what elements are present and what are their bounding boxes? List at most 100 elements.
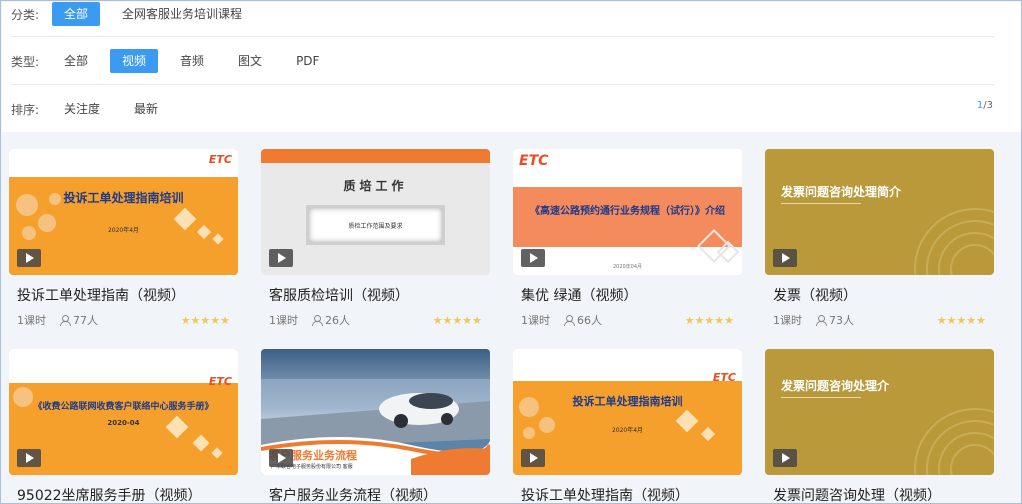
type-option-article[interactable]: 图文 <box>226 49 274 73</box>
thumb-subtitle: 2020年4月 <box>611 427 644 434</box>
type-option-video[interactable]: 视频 <box>110 49 159 73</box>
play-icon[interactable] <box>521 249 545 267</box>
course-thumbnail[interactable]: 发票问题咨询处理介 <box>765 349 994 475</box>
course-card[interactable]: ETC 投诉工单处理指南培训 2020年4月 投诉工单处理指南（视频） <box>513 349 742 503</box>
course-card[interactable]: 发票问题咨询处理简介 发票（视频） 1课时 73人 ★★★★★ <box>765 149 994 329</box>
course-card[interactable]: ETC 投诉工单处理指南培训 2020年4月 投诉工单处理指南（视频） 1课时 … <box>9 149 238 329</box>
user-icon <box>564 315 575 326</box>
course-title[interactable]: 集优 绿通（视频） <box>521 285 637 305</box>
course-grid: ETC 投诉工单处理指南培训 2020年4月 投诉工单处理指南（视频） 1课时 … <box>2 133 1021 503</box>
thumb-subtitle: 2020年4月 <box>107 227 140 234</box>
learner-count-value: 26人 <box>325 314 350 327</box>
course-list-window: 分类: 全部 全网客服业务培训课程 类型: 全部 视频 音频 图文 PDF 排序… <box>0 0 1022 504</box>
thumb-decoration <box>697 229 740 264</box>
sort-row: 排序: 关注度 最新 <box>2 92 180 126</box>
rating-stars: ★★★★★ <box>684 313 734 327</box>
filter-panel: 分类: 全部 全网客服业务培训课程 类型: 全部 视频 音频 图文 PDF 排序… <box>2 2 1021 132</box>
type-filter-row: 类型: 全部 视频 音频 图文 PDF <box>2 44 341 78</box>
user-icon <box>60 315 71 326</box>
course-thumbnail[interactable]: ETC 《收费公路联网收费客户联络中心服务手册》 2020-04 <box>9 349 238 475</box>
course-card[interactable]: 客户服务业务流程 广东联合电子服务股份有限公司 客服 客户服务业务流程（视频） <box>261 349 490 503</box>
course-thumbnail[interactable]: 客户服务业务流程 广东联合电子服务股份有限公司 客服 <box>261 349 490 475</box>
category-option-all[interactable]: 全部 <box>52 2 101 26</box>
thumb-title: 投诉工单处理指南培训 <box>572 395 683 408</box>
play-icon[interactable] <box>269 449 293 467</box>
lesson-count: 1课时 <box>521 314 550 327</box>
type-label: 类型: <box>11 54 40 69</box>
lesson-count: 1课时 <box>773 314 802 327</box>
type-option-all[interactable]: 全部 <box>52 49 100 73</box>
course-title[interactable]: 客户服务业务流程（视频） <box>269 485 437 503</box>
course-thumbnail[interactable]: ETC 投诉工单处理指南培训 2020年4月 <box>9 149 238 275</box>
category-option-training[interactable]: 全网客服业务培训课程 <box>110 2 254 26</box>
divider <box>11 84 994 85</box>
type-option-pdf[interactable]: PDF <box>284 49 331 73</box>
course-meta: 1课时 73人 ★★★★★ <box>773 312 986 328</box>
play-icon[interactable] <box>521 449 545 467</box>
thumb-top-band <box>261 149 490 163</box>
course-card[interactable]: 质培工作 质检工作范围及要求 客服质检培训（视频） 1课时 26人 ★★★★★ <box>261 149 490 329</box>
thumb-decoration <box>914 208 994 275</box>
thumb-title: 发票问题咨询处理介 <box>781 379 890 393</box>
play-icon[interactable] <box>773 449 797 467</box>
etc-logo: ETC <box>519 153 549 169</box>
sort-label: 排序: <box>11 102 40 117</box>
course-title[interactable]: 投诉工单处理指南（视频） <box>17 285 185 305</box>
thumb-decoration <box>13 387 223 459</box>
play-icon[interactable] <box>17 449 41 467</box>
thumb-top-band <box>9 149 238 177</box>
thumb-subtitle: 2020-04 <box>107 419 140 427</box>
rating-stars: ★★★★★ <box>936 313 986 327</box>
thumb-decoration <box>914 408 994 475</box>
learner-count: 66人 <box>564 312 602 328</box>
thumb-top-band <box>9 349 238 383</box>
thumb-title: 《收费公路联网收费客户联络中心服务手册》 <box>33 402 214 412</box>
course-title[interactable]: 客服质检培训（视频） <box>269 285 409 305</box>
thumb-top-band <box>513 349 742 381</box>
course-card[interactable]: ETC 《收费公路联网收费客户联络中心服务手册》 2020-04 95022坐席… <box>9 349 238 503</box>
course-card[interactable]: ETC 《高速公路预约通行业务规程（试行）》介绍 2020年04月 集优 绿通（… <box>513 149 742 329</box>
course-title[interactable]: 95022坐席服务手册（视频） <box>17 485 202 503</box>
category-label: 分类: <box>11 7 40 22</box>
rating-stars: ★★★★★ <box>180 313 230 327</box>
learner-count-value: 66人 <box>577 314 602 327</box>
divider <box>11 36 994 37</box>
course-thumbnail[interactable]: ETC 《高速公路预约通行业务规程（试行）》介绍 2020年04月 <box>513 149 742 275</box>
user-icon <box>312 315 323 326</box>
learner-count: 26人 <box>312 312 350 328</box>
course-title[interactable]: 发票问题咨询处理（视频） <box>773 485 941 503</box>
learner-count: 77人 <box>60 312 98 328</box>
thumb-underline <box>781 203 861 204</box>
pager-total: /3 <box>983 100 993 111</box>
pager[interactable]: 1/3 <box>977 100 993 111</box>
learner-count: 73人 <box>816 312 854 328</box>
category-filter-row: 分类: 全部 全网客服业务培训课程 <box>2 1 264 31</box>
course-thumbnail[interactable]: ETC 投诉工单处理指南培训 2020年4月 <box>513 349 742 475</box>
course-title[interactable]: 发票（视频） <box>773 285 857 305</box>
user-icon <box>816 315 827 326</box>
course-thumbnail[interactable]: 质培工作 质检工作范围及要求 <box>261 149 490 275</box>
course-meta: 1课时 66人 ★★★★★ <box>521 312 734 328</box>
lesson-count: 1课时 <box>17 314 46 327</box>
course-card[interactable]: 发票问题咨询处理介 发票问题咨询处理（视频） <box>765 349 994 503</box>
thumb-subtitle: 质检工作范围及要求 <box>348 223 403 230</box>
rating-stars: ★★★★★ <box>432 313 482 327</box>
course-thumbnail[interactable]: 发票问题咨询处理简介 <box>765 149 994 275</box>
course-meta: 1课时 77人 ★★★★★ <box>17 312 230 328</box>
thumb-title: 质培工作 <box>343 179 408 193</box>
learner-count-value: 77人 <box>73 314 98 327</box>
sort-option-popularity[interactable]: 关注度 <box>52 97 112 121</box>
type-option-audio[interactable]: 音频 <box>168 49 216 73</box>
lesson-count: 1课时 <box>269 314 298 327</box>
thumb-title: 投诉工单处理指南培训 <box>63 191 184 205</box>
thumb-title: 发票问题咨询处理简介 <box>781 185 902 199</box>
course-meta: 1课时 26人 ★★★★★ <box>269 312 482 328</box>
play-icon[interactable] <box>773 249 797 267</box>
play-icon[interactable] <box>269 249 293 267</box>
thumb-underline <box>781 397 861 398</box>
course-title[interactable]: 投诉工单处理指南（视频） <box>521 485 689 503</box>
play-icon[interactable] <box>17 249 41 267</box>
sort-option-latest[interactable]: 最新 <box>122 97 170 121</box>
etc-logo: ETC <box>208 153 232 166</box>
thumb-title: 《高速公路预约通行业务规程（试行）》介绍 <box>530 206 725 217</box>
